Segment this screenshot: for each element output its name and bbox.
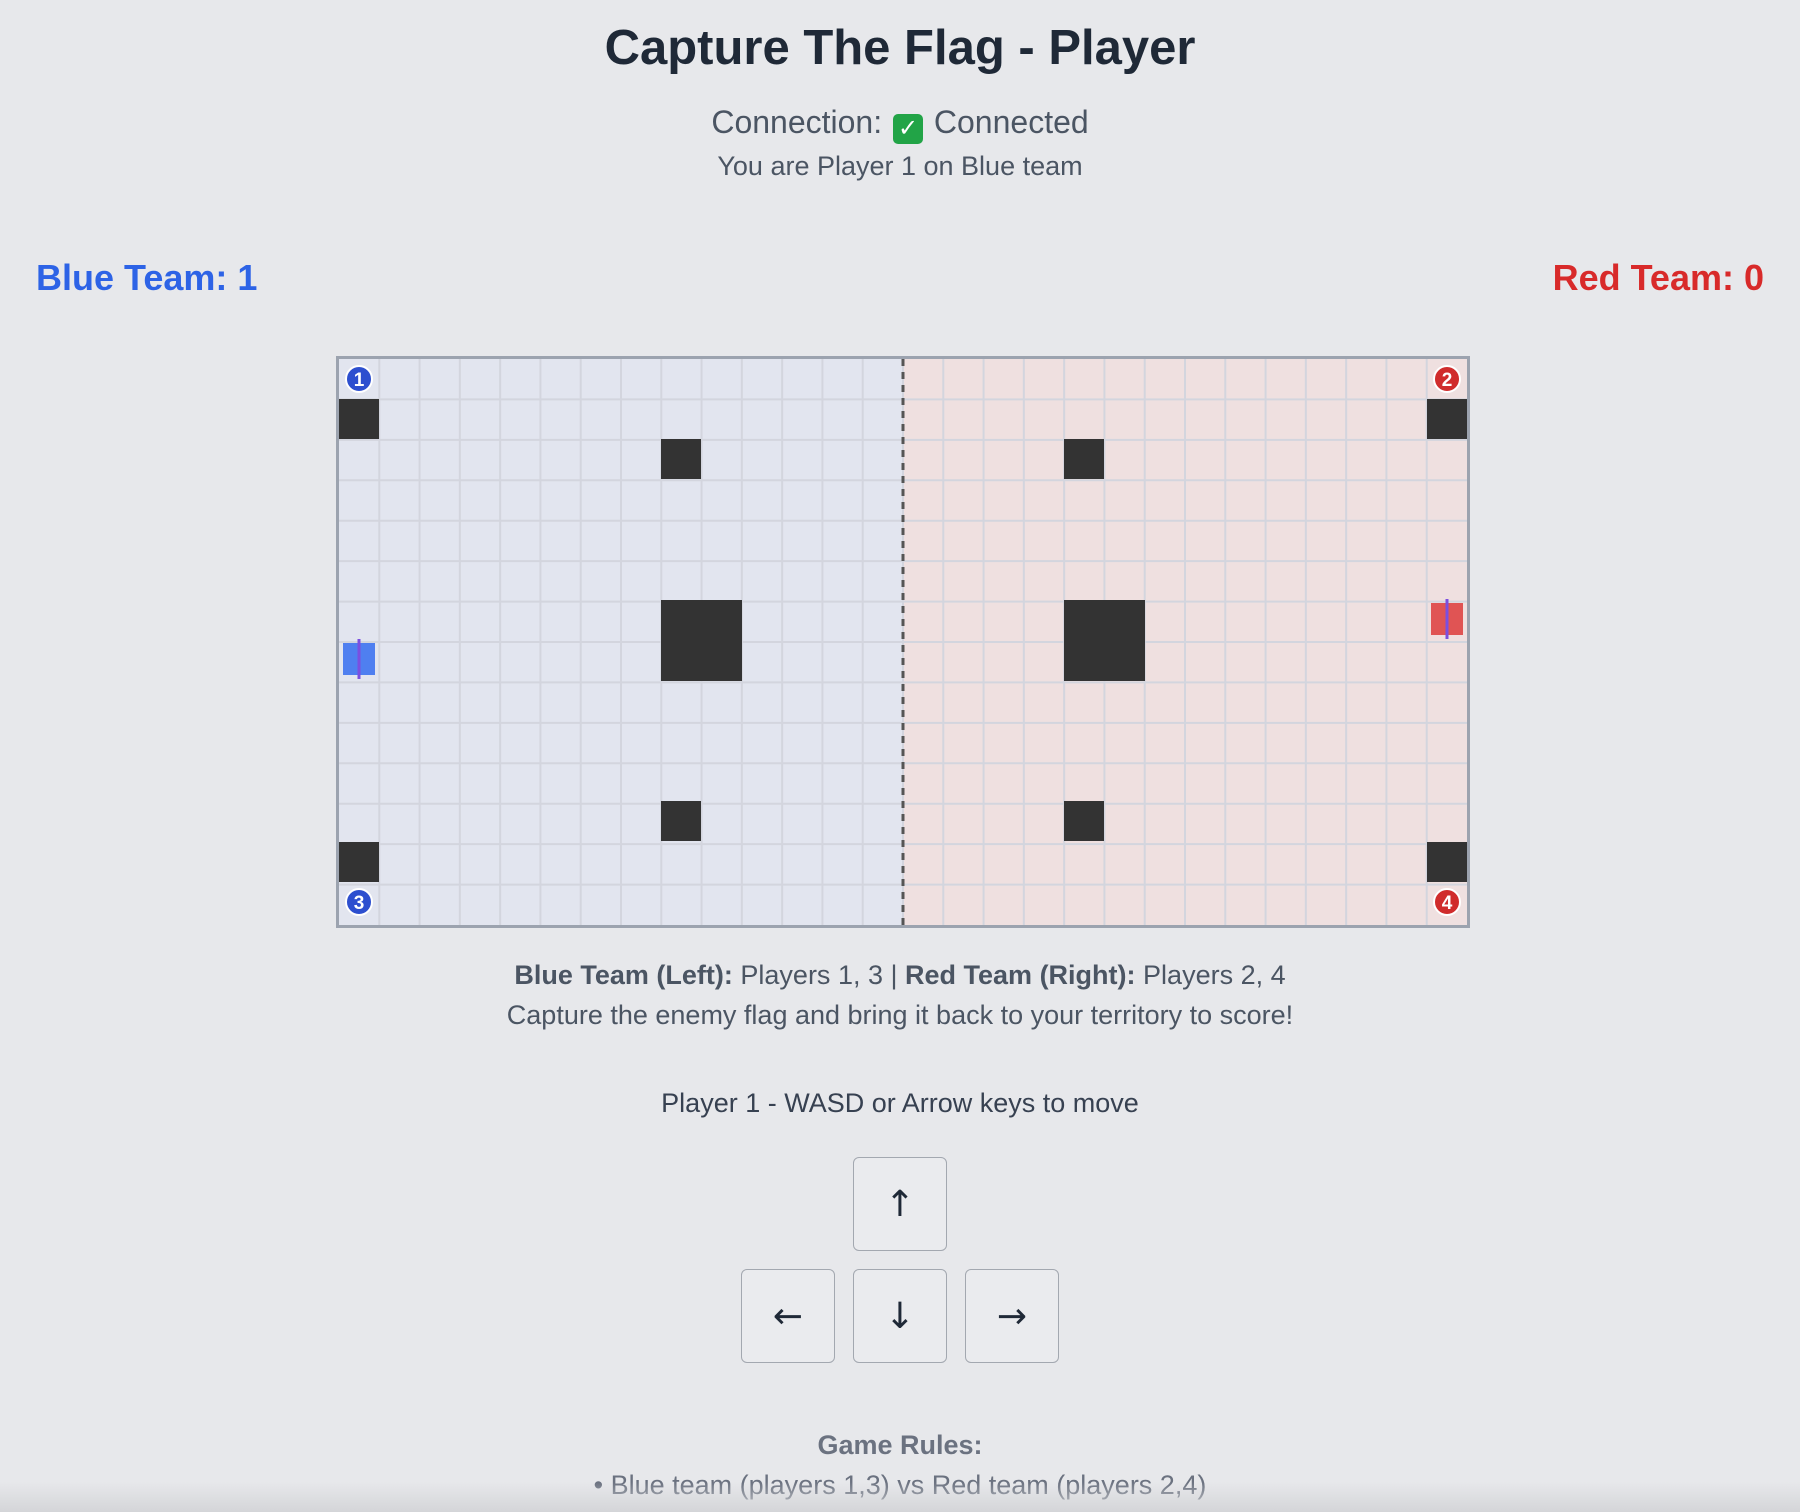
obstacle <box>1427 399 1467 439</box>
obstacle <box>1064 600 1145 681</box>
move-right-button[interactable]: → <box>965 1269 1059 1363</box>
obstacle <box>1064 801 1104 841</box>
player-number: 1 <box>354 370 365 391</box>
obstacle <box>339 399 379 439</box>
player-number: 3 <box>354 893 365 914</box>
blue-team-players: Players 1, 3 <box>740 960 883 990</box>
obstacle <box>1427 842 1467 882</box>
red-team-score: Red Team: 0 <box>1552 257 1764 298</box>
legend-separator: | <box>890 960 898 990</box>
player-marker-3: 3 <box>345 888 373 916</box>
player-number: 4 <box>1442 893 1453 914</box>
scroll-fade <box>0 1482 1800 1512</box>
player-number: 2 <box>1442 370 1453 391</box>
red-team-players: Players 2, 4 <box>1143 960 1286 990</box>
player-info: You are Player 1 on Blue team <box>717 151 1083 181</box>
player-marker-2: 2 <box>1433 365 1461 393</box>
connection-label: Connection: <box>711 104 883 140</box>
player-marker-1: 1 <box>345 365 373 393</box>
page-title: Capture The Flag - Player <box>604 21 1196 75</box>
obstacle <box>339 842 379 882</box>
game-board[interactable]: 1 2 3 4 <box>336 356 1470 928</box>
obstacle <box>661 600 742 681</box>
red-team-legend-label: Red Team (Right): <box>905 960 1136 990</box>
blue-team-score: Blue Team: 1 <box>36 257 258 298</box>
check-mark-icon: ✓ <box>893 114 923 144</box>
obstacle <box>661 439 701 479</box>
obstacle <box>1064 439 1104 479</box>
player-marker-4: 4 <box>1433 888 1461 916</box>
connection-status: Connection: ✓ Connected <box>0 104 1800 144</box>
move-left-button[interactable]: ← <box>741 1269 835 1363</box>
move-down-button[interactable]: ↓ <box>853 1269 947 1363</box>
game-objective: Capture the enemy flag and bring it back… <box>506 1000 1294 1030</box>
blue-team-legend-label: Blue Team (Left): <box>514 960 733 990</box>
obstacle <box>661 801 701 841</box>
controls-hint: Player 1 - WASD or Arrow keys to move <box>661 1088 1139 1118</box>
move-up-button[interactable]: ↑ <box>853 1157 947 1251</box>
team-legend: Blue Team (Left): Players 1, 3 | Red Tea… <box>0 960 1800 991</box>
rules-heading: Game Rules: <box>817 1430 983 1460</box>
blue-flag <box>343 639 375 679</box>
connection-state: Connected <box>933 104 1089 140</box>
red-flag <box>1431 599 1463 639</box>
